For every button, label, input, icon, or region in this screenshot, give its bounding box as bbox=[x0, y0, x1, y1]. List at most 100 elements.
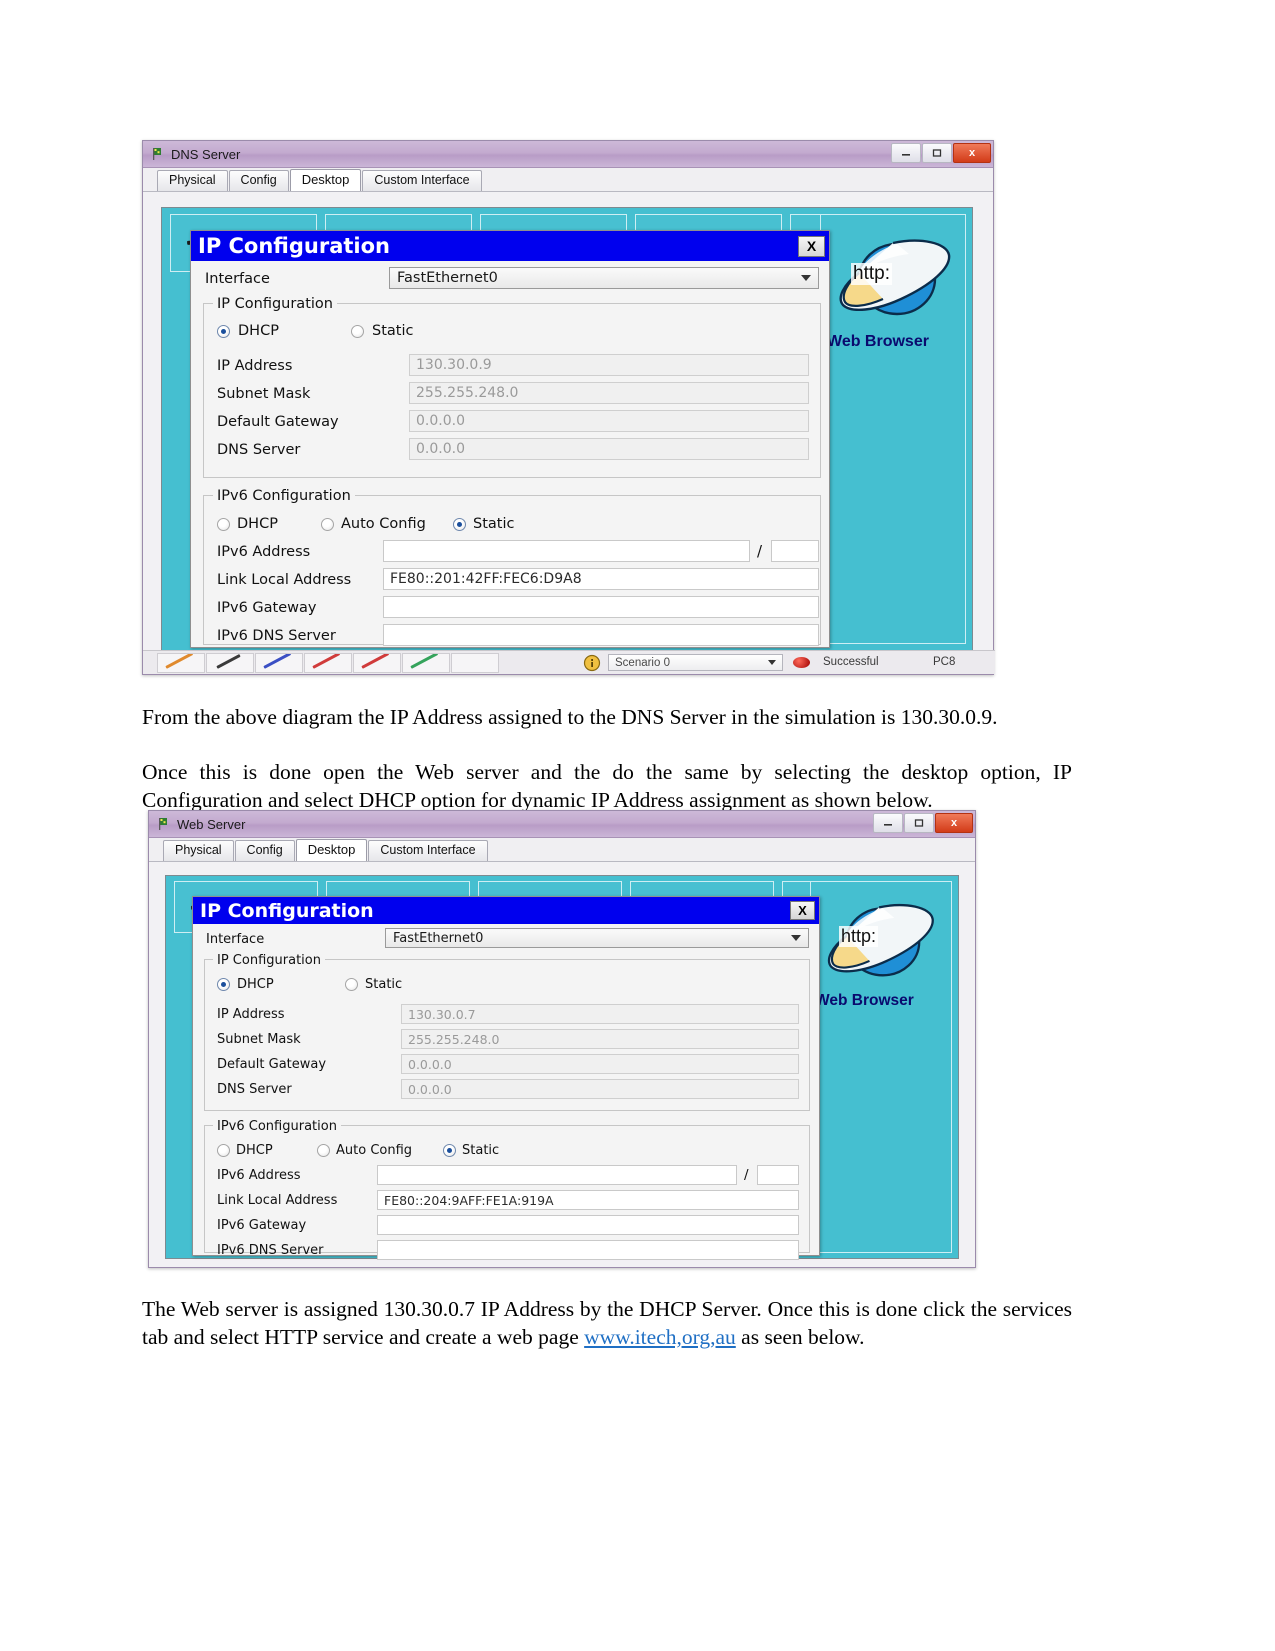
window-controls[interactable]: x bbox=[873, 813, 973, 833]
pencil-icon bbox=[165, 654, 194, 669]
toolbar-tool-cell[interactable] bbox=[353, 653, 401, 673]
ipv4-static-label: Static bbox=[372, 323, 414, 339]
tab-custom-interface[interactable]: Custom Interface bbox=[362, 170, 482, 191]
default-gateway-input[interactable]: 0.0.0.0 bbox=[401, 1054, 799, 1074]
ipv4-static-radio[interactable] bbox=[351, 324, 364, 338]
http-protocol-label: http: bbox=[851, 263, 892, 285]
ipv6-autoconfig-radio-row[interactable]: Auto Config bbox=[317, 1143, 412, 1158]
ipv4-dhcp-radio[interactable] bbox=[217, 978, 230, 991]
paragraph-web-server-instructions: Once this is done open the Web server an… bbox=[142, 760, 1072, 812]
ipv6-dns-server-label: IPv6 DNS Server bbox=[217, 1243, 324, 1258]
ipv6-gateway-input[interactable] bbox=[377, 1215, 799, 1235]
ipv4-dhcp-label: DHCP bbox=[237, 977, 274, 992]
ipv6-dns-server-input[interactable] bbox=[377, 1240, 799, 1260]
toolbar-tool-cell[interactable] bbox=[255, 653, 303, 673]
ipv6-static-radio-row[interactable]: Static bbox=[453, 516, 514, 532]
tab-physical[interactable]: Physical bbox=[163, 840, 234, 861]
toolbar-tool-cell[interactable] bbox=[304, 653, 352, 673]
ipv4-static-radio-row[interactable]: Static bbox=[351, 323, 413, 339]
minimize-button[interactable] bbox=[891, 143, 921, 163]
ip-address-label: IP Address bbox=[217, 1007, 285, 1022]
packet-tracer-window-web-server[interactable]: Web Server x Physical Config Desktop Cus… bbox=[148, 810, 976, 1268]
ip-configuration-dialog[interactable]: IP Configuration X Interface FastEtherne… bbox=[190, 230, 830, 648]
ipv6-dhcp-label: DHCP bbox=[237, 516, 278, 532]
ip-configuration-dialog[interactable]: IP Configuration X Interface FastEtherne… bbox=[192, 896, 820, 1260]
ipv6-address-input[interactable] bbox=[383, 540, 750, 562]
web-browser-panel[interactable]: http: Web Browser bbox=[810, 881, 952, 1253]
ipv6-dhcp-radio-row[interactable]: DHCP bbox=[217, 516, 278, 532]
status-bar[interactable]: Scenario 0 Successful PC8 bbox=[143, 650, 995, 674]
ipv6-gateway-input[interactable] bbox=[383, 596, 819, 618]
interface-select[interactable]: FastEthernet0 bbox=[385, 928, 809, 948]
link-local-address-label: Link Local Address bbox=[217, 572, 352, 588]
dns-server-input[interactable]: 0.0.0.0 bbox=[409, 438, 809, 460]
tab-desktop[interactable]: Desktop bbox=[289, 169, 362, 191]
simulation-status-indicator bbox=[793, 657, 810, 668]
window-controls[interactable]: x bbox=[891, 143, 991, 163]
ipv6-autoconfig-radio[interactable] bbox=[321, 517, 334, 531]
ipv6-dhcp-radio[interactable] bbox=[217, 517, 230, 531]
ipv4-dhcp-radio-row[interactable]: DHCP bbox=[217, 977, 274, 992]
packet-tracer-flag-icon bbox=[151, 147, 165, 161]
link-local-address-input[interactable]: FE80::201:42FF:FEC6:D9A8 bbox=[383, 568, 819, 590]
toolbar-tool-cell[interactable] bbox=[402, 653, 450, 673]
ip-address-input[interactable]: 130.30.0.7 bbox=[401, 1004, 799, 1024]
itech-website-link[interactable]: www.itech,org,au bbox=[584, 1325, 736, 1349]
subnet-mask-label: Subnet Mask bbox=[217, 386, 311, 402]
tab-strip[interactable]: Physical Config Desktop Custom Interface bbox=[143, 168, 993, 192]
interface-select-value: FastEthernet0 bbox=[397, 270, 498, 286]
ipv4-group-legend: IP Configuration bbox=[213, 296, 337, 312]
ipv4-static-radio-row[interactable]: Static bbox=[345, 977, 402, 992]
tab-custom-interface[interactable]: Custom Interface bbox=[368, 840, 488, 861]
ipv4-dhcp-radio-row[interactable]: DHCP bbox=[217, 323, 279, 339]
ipv6-dhcp-radio-row[interactable]: DHCP bbox=[217, 1143, 273, 1158]
close-button[interactable]: x bbox=[935, 813, 973, 833]
toolbar-tool-cell[interactable] bbox=[206, 653, 254, 673]
scenario-info-icon bbox=[583, 654, 601, 674]
packet-tracer-window-dns-server[interactable]: DNS Server x Physical Config Desktop Cus… bbox=[142, 140, 995, 675]
maximize-button[interactable] bbox=[904, 813, 934, 833]
tab-strip[interactable]: Physical Config Desktop Custom Interface bbox=[149, 838, 975, 862]
ip-address-input[interactable]: 130.30.0.9 bbox=[409, 354, 809, 376]
ipv6-static-radio[interactable] bbox=[443, 1144, 456, 1157]
ipv6-dns-server-input[interactable] bbox=[383, 624, 819, 646]
minimize-button[interactable] bbox=[873, 813, 903, 833]
window-titlebar[interactable]: DNS Server x bbox=[143, 141, 993, 168]
ipv4-static-radio[interactable] bbox=[345, 978, 358, 991]
toolbar-tool-cell[interactable] bbox=[157, 653, 205, 673]
ipv6-static-radio-row[interactable]: Static bbox=[443, 1143, 499, 1158]
tab-desktop[interactable]: Desktop bbox=[295, 839, 368, 861]
web-browser-panel[interactable]: http: Web Browser bbox=[820, 214, 966, 644]
interface-select[interactable]: FastEthernet0 bbox=[389, 267, 819, 289]
ipv6-dhcp-radio[interactable] bbox=[217, 1144, 230, 1157]
close-button[interactable]: x bbox=[953, 143, 991, 163]
ipv6-static-radio[interactable] bbox=[453, 517, 466, 531]
dialog-close-button[interactable]: X bbox=[790, 901, 815, 920]
subnet-mask-input[interactable]: 255.255.248.0 bbox=[401, 1029, 799, 1049]
dialog-titlebar[interactable]: IP Configuration X bbox=[191, 231, 829, 261]
tab-physical[interactable]: Physical bbox=[157, 170, 228, 191]
ipv6-autoconfig-label: Auto Config bbox=[336, 1143, 413, 1158]
dialog-titlebar[interactable]: IP Configuration X bbox=[193, 897, 819, 924]
ipv6-prefix-input[interactable] bbox=[771, 540, 819, 562]
tab-config[interactable]: Config bbox=[234, 840, 295, 861]
link-local-address-input[interactable]: FE80::204:9AFF:FE1A:919A bbox=[377, 1190, 799, 1210]
scenario-select[interactable]: Scenario 0 bbox=[608, 654, 783, 671]
ipv6-prefix-slash: / bbox=[757, 542, 763, 560]
ipv6-autoconfig-radio[interactable] bbox=[317, 1144, 330, 1157]
ipv6-autoconfig-radio-row[interactable]: Auto Config bbox=[321, 516, 426, 532]
ipv6-static-label: Static bbox=[462, 1143, 500, 1158]
ipv6-prefix-input[interactable] bbox=[757, 1165, 799, 1185]
subnet-mask-input[interactable]: 255.255.248.0 bbox=[409, 382, 809, 404]
maximize-button[interactable] bbox=[922, 143, 952, 163]
window-titlebar[interactable]: Web Server x bbox=[149, 811, 975, 838]
ipv6-address-input[interactable] bbox=[377, 1165, 737, 1185]
tab-config[interactable]: Config bbox=[228, 170, 289, 191]
simulation-result-text: Successful bbox=[823, 656, 879, 668]
default-gateway-input[interactable]: 0.0.0.0 bbox=[409, 410, 809, 432]
toolbar-tool-cell[interactable] bbox=[451, 653, 499, 673]
ipv4-dhcp-radio[interactable] bbox=[217, 324, 230, 338]
subnet-mask-label: Subnet Mask bbox=[217, 1032, 301, 1047]
dns-server-input[interactable]: 0.0.0.0 bbox=[401, 1079, 799, 1099]
dialog-close-button[interactable]: X bbox=[798, 235, 825, 257]
